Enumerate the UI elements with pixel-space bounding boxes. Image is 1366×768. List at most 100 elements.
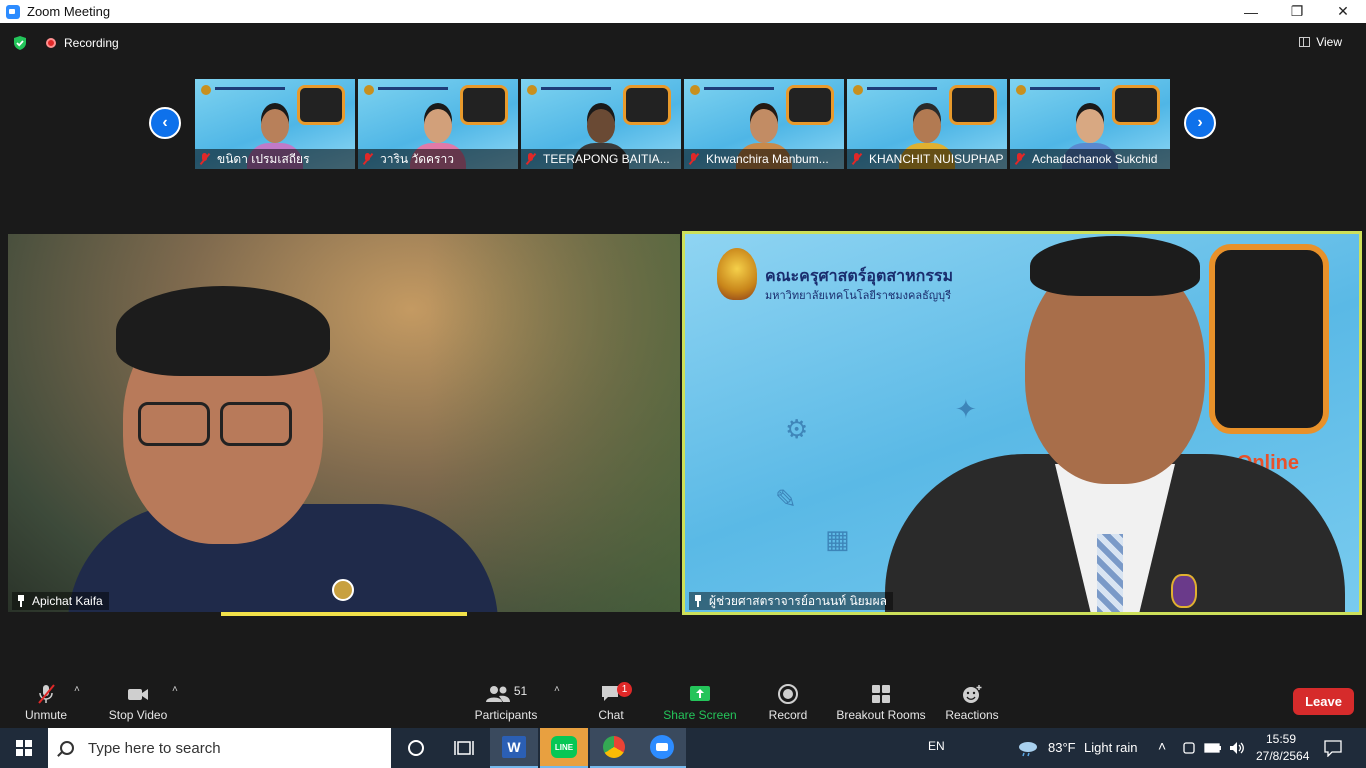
cortana-button[interactable] [392, 728, 440, 768]
window-controls: — ❐ ✕ [1228, 0, 1366, 23]
chrome-icon [603, 736, 625, 758]
recording-label[interactable]: Recording [64, 36, 119, 50]
weather-description[interactable]: Light rain [1084, 740, 1137, 755]
participant-name: Khwanchira Manbum... [706, 152, 829, 166]
chip-icon: ▦ [825, 524, 850, 554]
mic-muted-icon [1014, 153, 1026, 165]
person-head [587, 109, 615, 143]
person-head [261, 109, 289, 143]
record-label: Record [768, 708, 808, 722]
taskbar-zoom-app[interactable] [638, 728, 686, 768]
zoom-window: Zoom Meeting — ❐ ✕ Recording View ‹ › ขน… [0, 0, 1366, 768]
lightbulb-icon: ✦ [955, 394, 977, 424]
university-logo [1016, 85, 1026, 95]
chat-unread-badge: 1 [617, 682, 632, 697]
minimize-button[interactable]: — [1228, 0, 1274, 23]
participants-button[interactable]: 51 Participants [474, 678, 538, 728]
video-options-caret[interactable]: ˄ [172, 684, 178, 695]
participant-thumbnail[interactable]: ขนิดา เปรมเสถียร [195, 79, 355, 169]
taskbar-chrome-app[interactable] [590, 728, 638, 768]
slide-subtitle: มหาวิทยาลัยเทคโนโลยีราชมงคลธัญบุรี [765, 290, 952, 302]
breakout-rooms-button[interactable]: Breakout Rooms [834, 678, 928, 728]
mic-muted-icon [38, 684, 55, 704]
shield-check-icon[interactable] [12, 35, 28, 51]
meeting-toolbar: Unmute ˄ Stop Video ˄ 51 Participants ˄ … [0, 678, 1366, 728]
speaking-indicator [221, 612, 467, 616]
task-view-icon [454, 741, 474, 755]
battery-icon[interactable] [1204, 741, 1222, 755]
title-bar: Zoom Meeting — ❐ ✕ [0, 0, 1366, 23]
unmute-button[interactable]: Unmute [20, 678, 72, 728]
people-icon [485, 686, 510, 702]
chevron-up-icon[interactable]: ˄ [1158, 738, 1166, 754]
reactions-button[interactable]: Reactions [942, 678, 1002, 728]
mic-muted-icon [199, 153, 211, 165]
speaker-volume-icon[interactable] [1228, 740, 1246, 756]
chat-button[interactable]: 1 Chat [593, 678, 632, 728]
restore-button[interactable]: ❐ [1274, 0, 1320, 23]
task-view-button[interactable] [440, 728, 488, 768]
person-head [424, 109, 452, 143]
taskbar-search-box[interactable]: Type here to search [48, 728, 391, 768]
university-logo [690, 85, 700, 95]
taskbar-line-app[interactable]: LINE [540, 728, 588, 768]
glasses-right [220, 402, 292, 446]
thumbnail-name-bar: Achadachanok Sukchid [1010, 149, 1170, 169]
participant-thumbnail[interactable]: KHANCHIT NUISUPHAP [847, 79, 1007, 169]
strip-prev-button[interactable]: ‹ [149, 107, 181, 139]
participants-label: Participants [474, 708, 538, 722]
video-tile-left[interactable]: Apichat Kaifa [8, 234, 680, 612]
taskbar-word-app[interactable]: W [490, 728, 538, 768]
video-tile-right-active-speaker[interactable]: คณะครุศาสตร์อุตสาหกรรม มหาวิทยาลัยเทคโนโ… [682, 231, 1362, 615]
slide-speech-bubble [1209, 244, 1329, 434]
thumbnail-name-bar: ขนิดา เปรมเสถียร [195, 149, 355, 169]
leave-button[interactable]: Leave [1293, 688, 1354, 715]
view-grid-icon [1299, 37, 1311, 47]
clock-time[interactable]: 15:59 [1266, 732, 1296, 746]
thumbnail-name-bar: วาริน วัดคราว [358, 149, 518, 169]
person-hair [116, 286, 330, 376]
clock-date[interactable]: 27/8/2564 [1256, 749, 1309, 763]
person-head [750, 109, 778, 143]
video-name-right: ผู้ช่วยศาสตราจารย์อานนท์ นิยมผล [689, 592, 893, 610]
participants-options-caret[interactable]: ˄ [554, 684, 560, 695]
record-button[interactable]: Record [766, 678, 810, 728]
start-button[interactable] [0, 728, 48, 768]
slide-header-line [704, 87, 774, 90]
participant-thumbnail[interactable]: Achadachanok Sukchid [1010, 79, 1170, 169]
slide-speech-bubble [297, 85, 345, 125]
recording-dot-icon [46, 38, 56, 48]
zoom-app-icon [6, 4, 20, 19]
audio-options-caret[interactable]: ˄ [74, 684, 80, 695]
participant-thumbnail[interactable]: วาริน วัดคราว [358, 79, 518, 169]
meet-now-icon[interactable] [1182, 740, 1196, 756]
input-language[interactable]: EN [928, 739, 945, 753]
notifications-icon[interactable] [1324, 739, 1342, 757]
thumbnail-name-bar: KHANCHIT NUISUPHAP [847, 149, 1007, 169]
chat-icon-wrap: 1 [600, 682, 632, 704]
slide-speech-bubble [1112, 85, 1160, 125]
stop-video-button[interactable]: Stop Video [106, 678, 170, 728]
person-hair [1030, 236, 1200, 296]
glasses-left [138, 402, 210, 446]
strip-next-button[interactable]: › [1184, 107, 1216, 139]
slide-header-line [378, 87, 448, 90]
close-button[interactable]: ✕ [1320, 0, 1366, 23]
weather-temperature[interactable]: 83°F [1048, 740, 1076, 755]
person-head [913, 109, 941, 143]
share-screen-button[interactable]: Share Screen [662, 678, 738, 728]
view-button[interactable]: View [1299, 35, 1342, 49]
zoom-icon [650, 735, 674, 759]
participant-thumbnail[interactable]: Khwanchira Manbum... [684, 79, 844, 169]
unmute-label: Unmute [24, 708, 68, 722]
participant-thumbnail[interactable]: TEERAPONG BAITIA... [521, 79, 681, 169]
lapel-pin [332, 579, 354, 601]
participant-name: ขนิดา เปรมเสถียร [217, 151, 310, 166]
meeting-top-info: Recording View [0, 23, 1366, 63]
university-logo [201, 85, 211, 95]
pin-icon [693, 595, 703, 607]
participants-icon-group: 51 [485, 684, 527, 704]
participant-name: Apichat Kaifa [32, 594, 103, 608]
pencil-icon: ✎ [775, 484, 797, 514]
university-logo [853, 85, 863, 95]
